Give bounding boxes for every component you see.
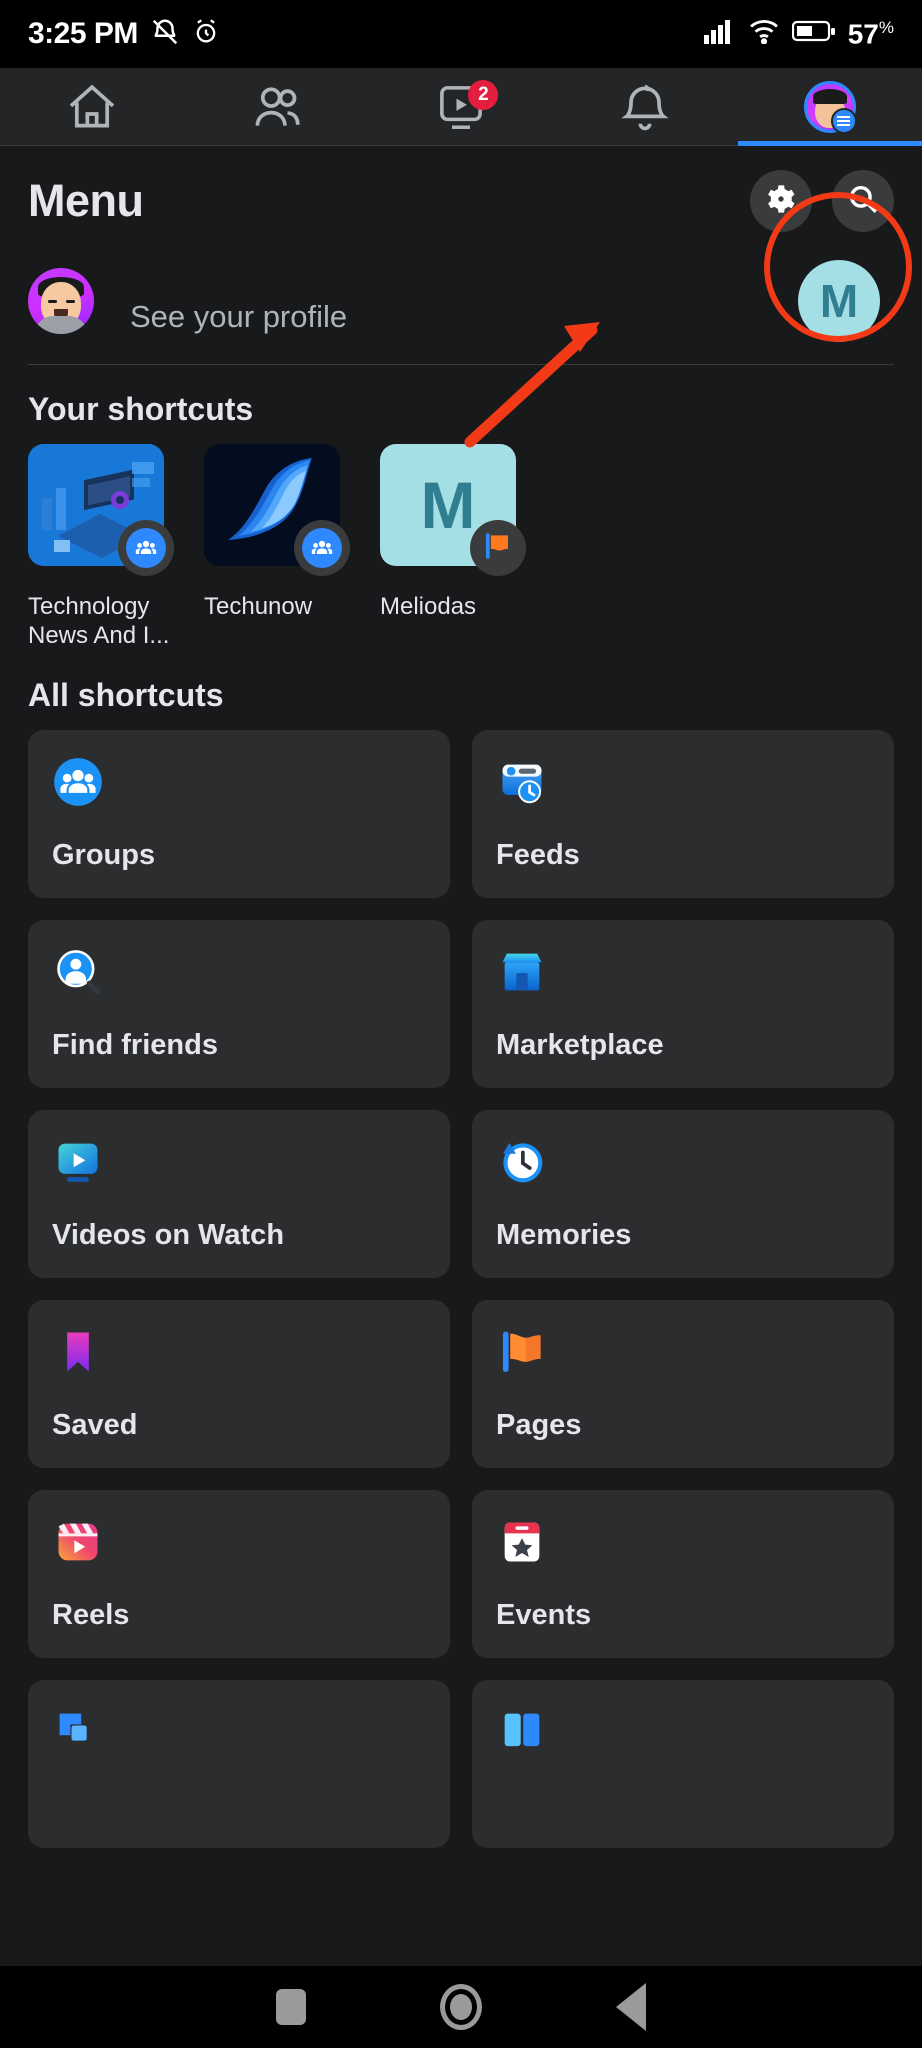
watch-video-icon bbox=[52, 1136, 104, 1188]
find-friends-icon bbox=[52, 946, 104, 998]
all-shortcuts-heading: All shortcuts bbox=[28, 676, 224, 713]
group-badge bbox=[294, 520, 350, 576]
shortcut-thumb bbox=[28, 444, 174, 576]
your-shortcuts-heading: Your shortcuts bbox=[28, 391, 254, 427]
android-navigation-bar bbox=[0, 1966, 922, 2048]
reels-icon bbox=[52, 1516, 104, 1568]
tile-events[interactable]: Events bbox=[472, 1489, 894, 1658]
page-badge bbox=[470, 520, 526, 576]
battery-percent: 57% bbox=[847, 17, 894, 50]
events-calendar-icon bbox=[496, 1516, 548, 1568]
menu-content: Menu See your profile M Your shortcuts T… bbox=[0, 146, 922, 1966]
avatar-hair bbox=[812, 88, 847, 104]
tile-label: Saved bbox=[52, 1408, 138, 1441]
tile-pages[interactable]: Pages bbox=[472, 1299, 894, 1468]
marketplace-icon bbox=[496, 946, 548, 998]
status-bar-right: 57% bbox=[703, 17, 894, 50]
page-title: Menu bbox=[28, 175, 144, 226]
tile-reels[interactable]: Reels bbox=[28, 1489, 450, 1658]
status-time: 3:25 PM bbox=[28, 17, 138, 50]
shortcut-techunow[interactable]: Techunow bbox=[204, 444, 356, 651]
video-badge: 2 bbox=[468, 80, 499, 110]
see-your-profile-link[interactable]: See your profile bbox=[130, 299, 772, 335]
avatar bbox=[28, 268, 94, 334]
feeds-icon bbox=[496, 756, 548, 808]
avatar-body bbox=[35, 316, 87, 334]
profile-text: See your profile bbox=[120, 267, 772, 335]
tile-label: Find friends bbox=[52, 1028, 218, 1061]
mute-icon bbox=[150, 17, 180, 52]
blue-book-icon bbox=[496, 1706, 548, 1758]
tile-partial-left[interactable] bbox=[28, 1679, 450, 1848]
tile-marketplace[interactable]: Marketplace bbox=[472, 919, 894, 1088]
phone-screen: 3:25 PM 57% 2 Menu See your profile M Yo… bbox=[0, 0, 922, 2048]
tile-saved[interactable]: Saved bbox=[28, 1299, 450, 1468]
account-switcher-avatar[interactable]: M bbox=[798, 260, 880, 342]
battery-icon bbox=[791, 19, 836, 48]
page-flag-icon bbox=[481, 529, 515, 568]
home-tab[interactable] bbox=[0, 68, 184, 145]
shortcut-meliodas[interactable]: M Meliodas bbox=[380, 444, 532, 651]
profile-avatar-icon bbox=[803, 80, 857, 134]
settings-button[interactable] bbox=[750, 170, 812, 232]
shortcut-label: Technology News And I... bbox=[28, 593, 170, 650]
tile-label: Marketplace bbox=[496, 1028, 664, 1061]
tile-groups[interactable]: Groups bbox=[28, 729, 450, 898]
saved-bookmark-icon bbox=[52, 1326, 104, 1378]
hamburger-badge-icon bbox=[830, 107, 857, 134]
group-icon bbox=[126, 528, 166, 568]
group-badge bbox=[118, 520, 174, 576]
pages-flag-icon bbox=[496, 1326, 548, 1378]
wifi-icon bbox=[748, 18, 780, 49]
gear-icon bbox=[764, 182, 798, 221]
messenger-blue-icon bbox=[52, 1706, 104, 1758]
search-button[interactable] bbox=[832, 170, 894, 232]
profile-row[interactable]: See your profile M bbox=[0, 192, 922, 364]
group-icon bbox=[302, 528, 342, 568]
back-button[interactable] bbox=[616, 1983, 646, 2031]
all-shortcuts-grid: Groups Feeds Find friends Marketplace Vi… bbox=[0, 729, 922, 1848]
recents-button[interactable] bbox=[276, 1989, 306, 2025]
alarm-icon bbox=[192, 18, 220, 51]
groups-icon bbox=[52, 756, 104, 808]
tile-partial-right[interactable] bbox=[472, 1679, 894, 1848]
status-bar-left: 3:25 PM bbox=[28, 17, 220, 52]
status-bar: 3:25 PM 57% bbox=[0, 0, 922, 68]
tile-videos-on-watch[interactable]: Videos on Watch bbox=[28, 1109, 450, 1278]
tile-memories[interactable]: Memories bbox=[472, 1109, 894, 1278]
profile-name-redacted bbox=[130, 267, 772, 293]
tile-label: Videos on Watch bbox=[52, 1218, 285, 1251]
tile-feeds[interactable]: Feeds bbox=[472, 729, 894, 898]
shortcut-technology-news[interactable]: Technology News And I... bbox=[28, 444, 180, 651]
shortcut-label: Techunow bbox=[204, 593, 313, 620]
tile-label: Pages bbox=[496, 1408, 582, 1441]
menu-header: Menu bbox=[0, 146, 922, 244]
shortcut-label: Meliodas bbox=[380, 593, 477, 620]
friends-tab[interactable] bbox=[184, 68, 368, 145]
your-shortcuts-row: Technology News And I... Techunow M Meli… bbox=[0, 444, 922, 651]
avatar-eye-left bbox=[48, 300, 57, 303]
shortcut-thumb bbox=[204, 444, 350, 576]
tile-label: Feeds bbox=[496, 838, 580, 871]
tile-label: Memories bbox=[496, 1218, 632, 1251]
menu-tab[interactable] bbox=[737, 68, 922, 146]
memories-clock-icon bbox=[496, 1136, 548, 1188]
home-button[interactable] bbox=[440, 1984, 482, 2030]
notifications-tab[interactable] bbox=[553, 68, 737, 145]
shortcut-thumb: M bbox=[380, 444, 526, 576]
avatar-eye-right bbox=[66, 300, 75, 303]
tile-find-friends[interactable]: Find friends bbox=[28, 919, 450, 1088]
tile-label: Groups bbox=[52, 838, 156, 871]
tile-label: Events bbox=[496, 1598, 592, 1631]
video-tab[interactable]: 2 bbox=[369, 68, 553, 145]
tile-label: Reels bbox=[52, 1598, 130, 1631]
header-actions bbox=[750, 170, 894, 232]
search-icon bbox=[846, 182, 880, 221]
cellular-signal-icon bbox=[703, 18, 736, 49]
top-navigation-bar: 2 bbox=[0, 68, 922, 146]
